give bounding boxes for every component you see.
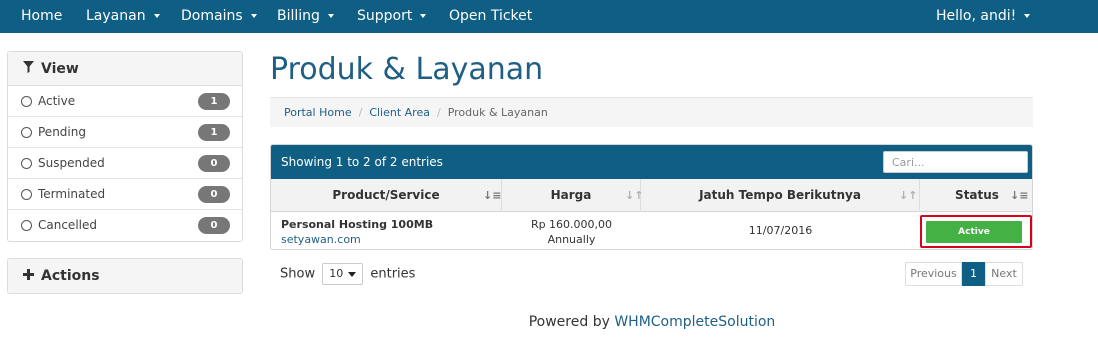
table-row[interactable]: Personal Hosting 100MB setyawan.com Rp 1… [271, 212, 1032, 249]
entries-label: entries [370, 266, 416, 282]
column-header-label: Jatuh Tempo Berikutnya [699, 188, 861, 202]
page-title: Produk & Layanan [270, 52, 544, 87]
show-label: Show [280, 266, 316, 282]
column-header-status[interactable]: Status ↓≡ [920, 179, 1032, 212]
nav-domains-label: Domains [181, 8, 243, 24]
view-panel-title: View [41, 61, 79, 77]
plus-icon [21, 259, 35, 293]
count-badge: 1 [198, 93, 230, 110]
table-header: Product/Service ↓≡ Harga ↓↑ Jatuh Tempo … [271, 179, 1032, 212]
page-size-control: Show 10 entries [280, 263, 415, 286]
pagination-previous-button[interactable]: Previous [905, 262, 962, 286]
due-date: 11/07/2016 [748, 224, 813, 237]
caret-down-icon [1024, 14, 1031, 18]
nav-support-label: Support [357, 8, 413, 24]
column-header-due-date[interactable]: Jatuh Tempo Berikutnya ↓↑ [641, 179, 920, 212]
price-amount: Rp 160.000,00 [530, 218, 613, 231]
view-panel-heading: View [8, 52, 242, 86]
nav-user-label: Hello, andi! [936, 8, 1017, 24]
nav-layanan-label: Layanan [86, 8, 146, 24]
nav-home[interactable]: Home [21, 0, 62, 33]
sort-desc-icon: ↓≡ [1010, 189, 1029, 202]
column-header-label: Harga [550, 188, 592, 202]
column-header-label: Product/Service [332, 188, 440, 202]
nav-billing-label: Billing [277, 8, 320, 24]
top-navbar: Home Layanan Domains Billing Support Ope… [0, 0, 1098, 33]
sidebar-filter-label: Cancelled [38, 218, 97, 232]
count-badge: 0 [198, 155, 230, 172]
pagination-next-button[interactable]: Next [985, 262, 1023, 286]
breadcrumb-client-area[interactable]: Client Area [369, 106, 430, 119]
nav-billing[interactable]: Billing [277, 0, 334, 33]
caret-down-icon [250, 14, 257, 18]
chevron-down-icon [348, 272, 357, 277]
nav-open-ticket[interactable]: Open Ticket [449, 0, 532, 33]
nav-user-menu[interactable]: Hello, andi! [936, 0, 1031, 33]
status-badge: Active [926, 221, 1022, 243]
breadcrumb-separator: / [436, 106, 441, 119]
sidebar-filter-cancelled[interactable]: Cancelled 0 [8, 210, 242, 241]
search-input[interactable] [883, 151, 1028, 173]
sidebar-filter-terminated[interactable]: Terminated 0 [8, 179, 242, 210]
view-panel: View Active 1 Pending 1 Suspended 0 Term… [7, 51, 243, 242]
nav-domains[interactable]: Domains [181, 0, 257, 33]
count-badge: 0 [198, 217, 230, 234]
column-header-label: Status [955, 188, 999, 202]
sidebar-filter-label: Terminated [38, 187, 106, 201]
product-domain-link[interactable]: setyawan.com [281, 233, 361, 246]
radio-icon[interactable] [21, 220, 32, 231]
nav-home-label: Home [21, 8, 63, 24]
cell-price: Rp 160.000,00 Annually [502, 212, 641, 249]
sidebar-filter-label: Pending [38, 125, 86, 139]
sidebar-filter-pending[interactable]: Pending 1 [8, 117, 242, 148]
caret-down-icon [327, 14, 334, 18]
actions-panel-heading[interactable]: Actions [8, 259, 242, 293]
page-size-select[interactable]: 10 [322, 263, 364, 285]
column-header-product[interactable]: Product/Service ↓≡ [271, 179, 502, 212]
services-table: Showing 1 to 2 of 2 entries Product/Serv… [270, 144, 1033, 250]
sidebar-filter-label: Active [38, 94, 76, 108]
radio-icon[interactable] [21, 158, 32, 169]
cell-due-date: 11/07/2016 [641, 212, 920, 249]
page-size-value: 10 [329, 267, 344, 280]
actions-panel-title: Actions [41, 268, 100, 284]
count-badge: 0 [198, 186, 230, 203]
entries-info: Showing 1 to 2 of 2 entries [281, 155, 443, 169]
pagination-page-button[interactable]: 1 [962, 262, 985, 286]
footer-whmcs-link[interactable]: WHMCompleteSolution [614, 314, 775, 330]
footer: Powered by WHMCompleteSolution [0, 314, 1098, 330]
table-toolbar: Showing 1 to 2 of 2 entries [271, 145, 1032, 179]
column-header-price[interactable]: Harga ↓↑ [502, 179, 643, 212]
breadcrumb-current: Produk & Layanan [447, 106, 548, 119]
nav-support[interactable]: Support [357, 0, 427, 33]
sort-desc-icon: ↓≡ [483, 189, 502, 202]
count-badge: 1 [198, 124, 230, 141]
caret-down-icon [153, 14, 160, 18]
breadcrumb-separator: / [358, 106, 363, 119]
product-name: Personal Hosting 100MB [281, 218, 434, 231]
caret-down-icon [420, 14, 427, 18]
nav-layanan[interactable]: Layanan [86, 0, 160, 33]
actions-panel[interactable]: Actions [7, 258, 243, 294]
breadcrumb-portal-home[interactable]: Portal Home [284, 106, 352, 119]
cell-product: Personal Hosting 100MB setyawan.com [271, 212, 502, 249]
sidebar-filter-active[interactable]: Active 1 [8, 86, 242, 117]
breadcrumb: Portal Home / Client Area / Produk & Layanan [270, 97, 1033, 127]
sidebar-filter-label: Suspended [38, 156, 105, 170]
nav-open-ticket-label: Open Ticket [449, 8, 533, 24]
billing-cycle: Annually [547, 233, 596, 246]
filter-icon [21, 52, 35, 86]
sort-icon: ↓↑ [899, 189, 918, 202]
radio-icon[interactable] [21, 189, 32, 200]
footer-powered-by: Powered by [528, 314, 610, 330]
sidebar-filter-suspended[interactable]: Suspended 0 [8, 148, 242, 179]
radio-icon[interactable] [21, 96, 32, 107]
radio-icon[interactable] [21, 127, 32, 138]
